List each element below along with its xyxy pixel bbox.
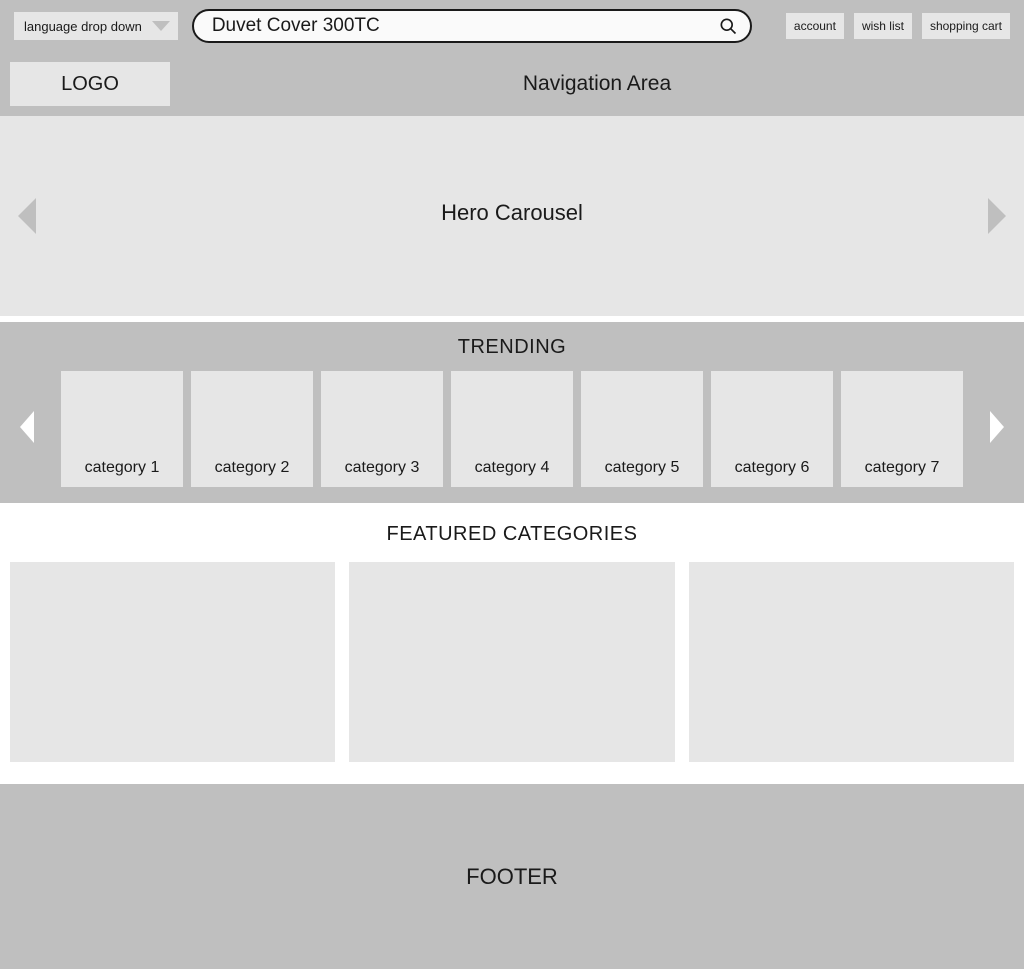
header-row: LOGO Navigation Area [0, 52, 1024, 116]
trending-card-label: category 3 [345, 459, 420, 477]
chevron-down-icon [152, 21, 170, 31]
cart-button[interactable]: shopping cart [922, 13, 1010, 39]
trending-section: TRENDING category 1 category 2 category … [0, 322, 1024, 503]
footer-label: FOOTER [466, 864, 558, 890]
footer: FOOTER [0, 784, 1024, 969]
trending-card[interactable]: category 5 [581, 371, 703, 487]
search-wrap [192, 9, 772, 43]
hero-title: Hero Carousel [441, 200, 583, 226]
featured-card[interactable] [10, 562, 335, 762]
chevron-right-icon [988, 198, 1006, 234]
trending-card-label: category 4 [475, 459, 550, 477]
trending-card-label: category 2 [215, 459, 290, 477]
search-icon[interactable] [718, 16, 738, 36]
account-button[interactable]: account [786, 13, 844, 39]
hero-carousel: Hero Carousel [0, 116, 1024, 316]
chevron-left-icon [20, 411, 34, 443]
trending-card-label: category 5 [605, 459, 680, 477]
trending-row: category 1 category 2 category 3 categor… [0, 371, 1024, 487]
featured-row [10, 562, 1014, 762]
trending-card-label: category 7 [865, 459, 940, 477]
language-dropdown-label: language drop down [24, 19, 142, 34]
search-input[interactable] [212, 15, 708, 37]
search-bar[interactable] [192, 9, 752, 43]
carousel-next-button[interactable] [988, 198, 1006, 234]
top-bar: language drop down account wish list sho… [0, 0, 1024, 52]
carousel-prev-button[interactable] [18, 198, 36, 234]
logo[interactable]: LOGO [10, 62, 170, 106]
chevron-left-icon [18, 198, 36, 234]
trending-card[interactable]: category 3 [321, 371, 443, 487]
trending-card[interactable]: category 4 [451, 371, 573, 487]
wishlist-button[interactable]: wish list [854, 13, 912, 39]
language-dropdown[interactable]: language drop down [14, 12, 178, 40]
featured-card[interactable] [689, 562, 1014, 762]
trending-card[interactable]: category 1 [61, 371, 183, 487]
trending-prev-button[interactable] [20, 411, 34, 443]
trending-card[interactable]: category 7 [841, 371, 963, 487]
trending-card[interactable]: category 2 [191, 371, 313, 487]
trending-card-label: category 1 [85, 459, 160, 477]
trending-card[interactable]: category 6 [711, 371, 833, 487]
trending-next-button[interactable] [990, 411, 1004, 443]
featured-section: FEATURED CATEGORIES [0, 503, 1024, 784]
navigation-area[interactable]: Navigation Area [180, 62, 1014, 106]
chevron-right-icon [990, 411, 1004, 443]
trending-card-label: category 6 [735, 459, 810, 477]
featured-title: FEATURED CATEGORIES [10, 523, 1014, 546]
featured-card[interactable] [349, 562, 674, 762]
trending-title: TRENDING [0, 336, 1024, 359]
top-buttons: account wish list shopping cart [786, 13, 1010, 39]
